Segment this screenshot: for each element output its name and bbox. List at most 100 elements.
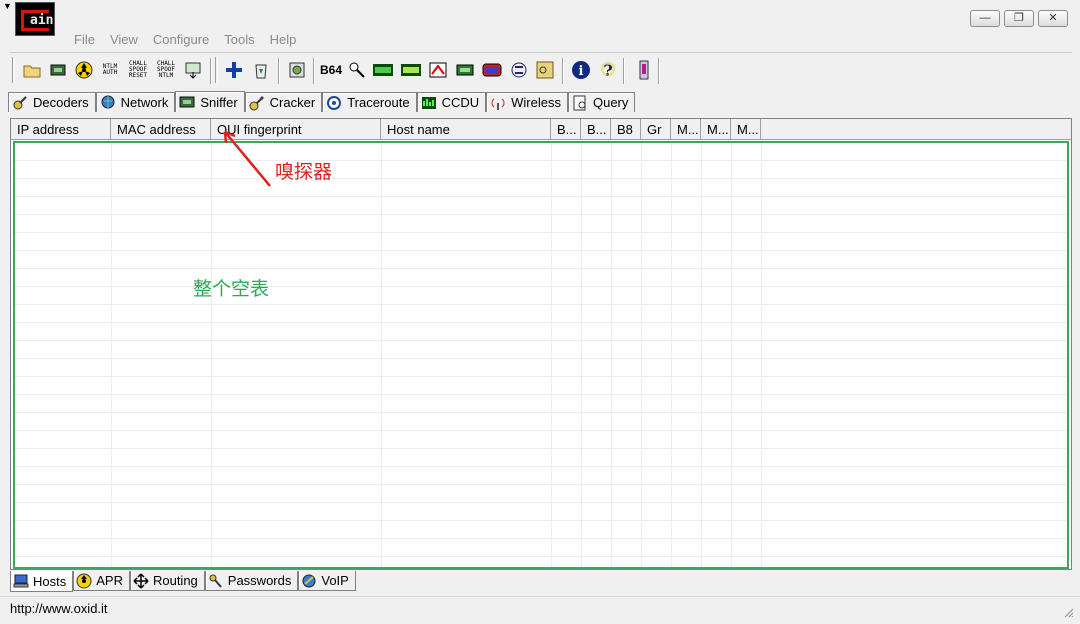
recycle-bin-icon[interactable] [250,59,272,81]
voip-icon [301,573,317,589]
toolbar-separator [313,58,315,84]
grid-line [611,143,612,567]
col-b1[interactable]: B... [551,119,581,140]
table-header: IP address MAC address OUI fingerprint H… [11,119,1071,140]
globe-icon [100,95,116,111]
toolbar-separator [210,58,212,84]
menu-file[interactable]: File [74,32,95,50]
open-folder-icon[interactable] [21,59,43,81]
hosts-table[interactable]: IP address MAC address OUI fingerprint H… [10,118,1072,570]
password-icon[interactable] [534,59,556,81]
exit-icon[interactable] [633,59,655,81]
logo-text: ain [30,13,54,28]
maximize-button[interactable]: ❐ [1004,10,1034,27]
network-card-icon[interactable] [454,59,476,81]
status-url: http://www.oxid.it [10,601,108,616]
menu-view[interactable]: View [110,32,138,50]
lsa-secrets-icon[interactable] [372,59,394,81]
toolbar-grip[interactable] [12,57,15,83]
tab-query[interactable]: Query [567,92,636,112]
capture-device-icon[interactable] [481,59,503,81]
cain-logo[interactable]: ain [15,2,55,36]
col-b2[interactable]: B... [581,119,611,140]
grid-line [581,143,582,567]
chall-spoof-reset-icon[interactable]: CHALL SPOOF RESET [127,59,149,81]
menu-help[interactable]: Help [270,32,297,50]
ccdu-icon [421,95,437,111]
col-m1[interactable]: M... [671,119,701,140]
toolbar-separator [562,58,564,84]
keys-icon [208,573,224,589]
grid-line [551,143,552,567]
col-m3[interactable]: M... [731,119,761,140]
sniffer-icon [179,94,195,110]
tab-routing[interactable]: Routing [129,571,205,591]
tab-ccdu[interactable]: CCDU [416,92,487,112]
bottom-tabs: Hosts APR Routing Passwords VoIP [10,571,356,592]
toolbar-grip[interactable] [215,57,218,83]
col-host-name[interactable]: Host name [381,119,551,140]
col-ip-address[interactable]: IP address [11,119,111,140]
svg-text:i: i [579,64,584,79]
hash-calculator-icon[interactable] [508,59,530,81]
monitor-download-icon[interactable] [182,59,204,81]
decoders-icon [12,95,28,111]
minimize-button[interactable]: — [970,10,1000,27]
computer-icon [13,573,29,589]
help-icon[interactable]: ? [597,59,619,81]
tab-traceroute[interactable]: Traceroute [322,92,417,112]
main-tabs: Decoders Network Sniffer Cracker Tracero… [8,91,636,112]
query-icon [572,95,588,111]
tab-passwords[interactable]: Passwords [204,571,299,591]
routing-arrows-icon [133,572,149,589]
resize-grip-icon[interactable] [1062,606,1074,618]
toolbar-separator [658,58,660,84]
start-apr-icon[interactable] [73,59,95,81]
close-button[interactable]: ✕ [1038,10,1068,27]
key-tool-icon[interactable] [346,59,368,81]
ntlm-auth-icon[interactable]: NTLM AUTH [99,59,121,81]
info-icon[interactable]: i [570,59,592,81]
mpd-icon[interactable] [400,59,422,81]
tab-network[interactable]: Network [95,92,176,112]
close-icon: ✕ [1048,12,1058,24]
base64-icon[interactable]: B64 [320,59,342,81]
radiation-icon [76,573,92,589]
grid-line [701,143,702,567]
menu-bar: File View Configure Tools Help [74,32,311,50]
tab-hosts[interactable]: Hosts [10,571,74,592]
col-b8[interactable]: B8 [611,119,641,140]
traceroute-icon [326,95,342,111]
grid-line [761,143,762,567]
status-bar: http://www.oxid.it [0,596,1080,624]
grid-line [381,143,382,567]
system-menu-icon[interactable]: ▼ [3,2,14,11]
grid-line [731,143,732,567]
tab-cracker[interactable]: Cracker [244,92,323,112]
tab-voip[interactable]: VoIP [298,571,356,591]
tab-wireless[interactable]: Wireless [486,92,568,112]
resolve-icon[interactable] [286,59,308,81]
key-icon [249,95,265,111]
table-body[interactable] [13,141,1069,569]
menu-configure[interactable]: Configure [153,32,209,50]
grid-line [111,143,112,567]
annotation-sniffer-label: 嗅探器 [275,161,333,183]
maximize-icon: ❐ [1014,12,1024,24]
add-icon[interactable] [223,59,245,81]
toolbar-separator [278,58,280,84]
tab-decoders[interactable]: Decoders [8,92,96,112]
chall-spoof-ntlm-icon[interactable]: CHALL SPOOF NTLM [155,59,177,81]
menu-tools[interactable]: Tools [224,32,254,50]
col-mac-address[interactable]: MAC address [111,119,211,140]
col-m2[interactable]: M... [701,119,731,140]
toolbar-separator [623,58,625,84]
tab-apr[interactable]: APR [73,571,130,591]
start-sniffer-icon[interactable] [47,59,69,81]
title-bar: ▼ ain — ❐ ✕ [0,0,1080,36]
rdp-icon[interactable] [427,59,449,81]
annotation-empty-table-label: 整个空表 [193,278,270,300]
col-gr[interactable]: Gr [641,119,671,140]
grid-line [671,143,672,567]
tab-sniffer[interactable]: Sniffer [175,91,245,112]
